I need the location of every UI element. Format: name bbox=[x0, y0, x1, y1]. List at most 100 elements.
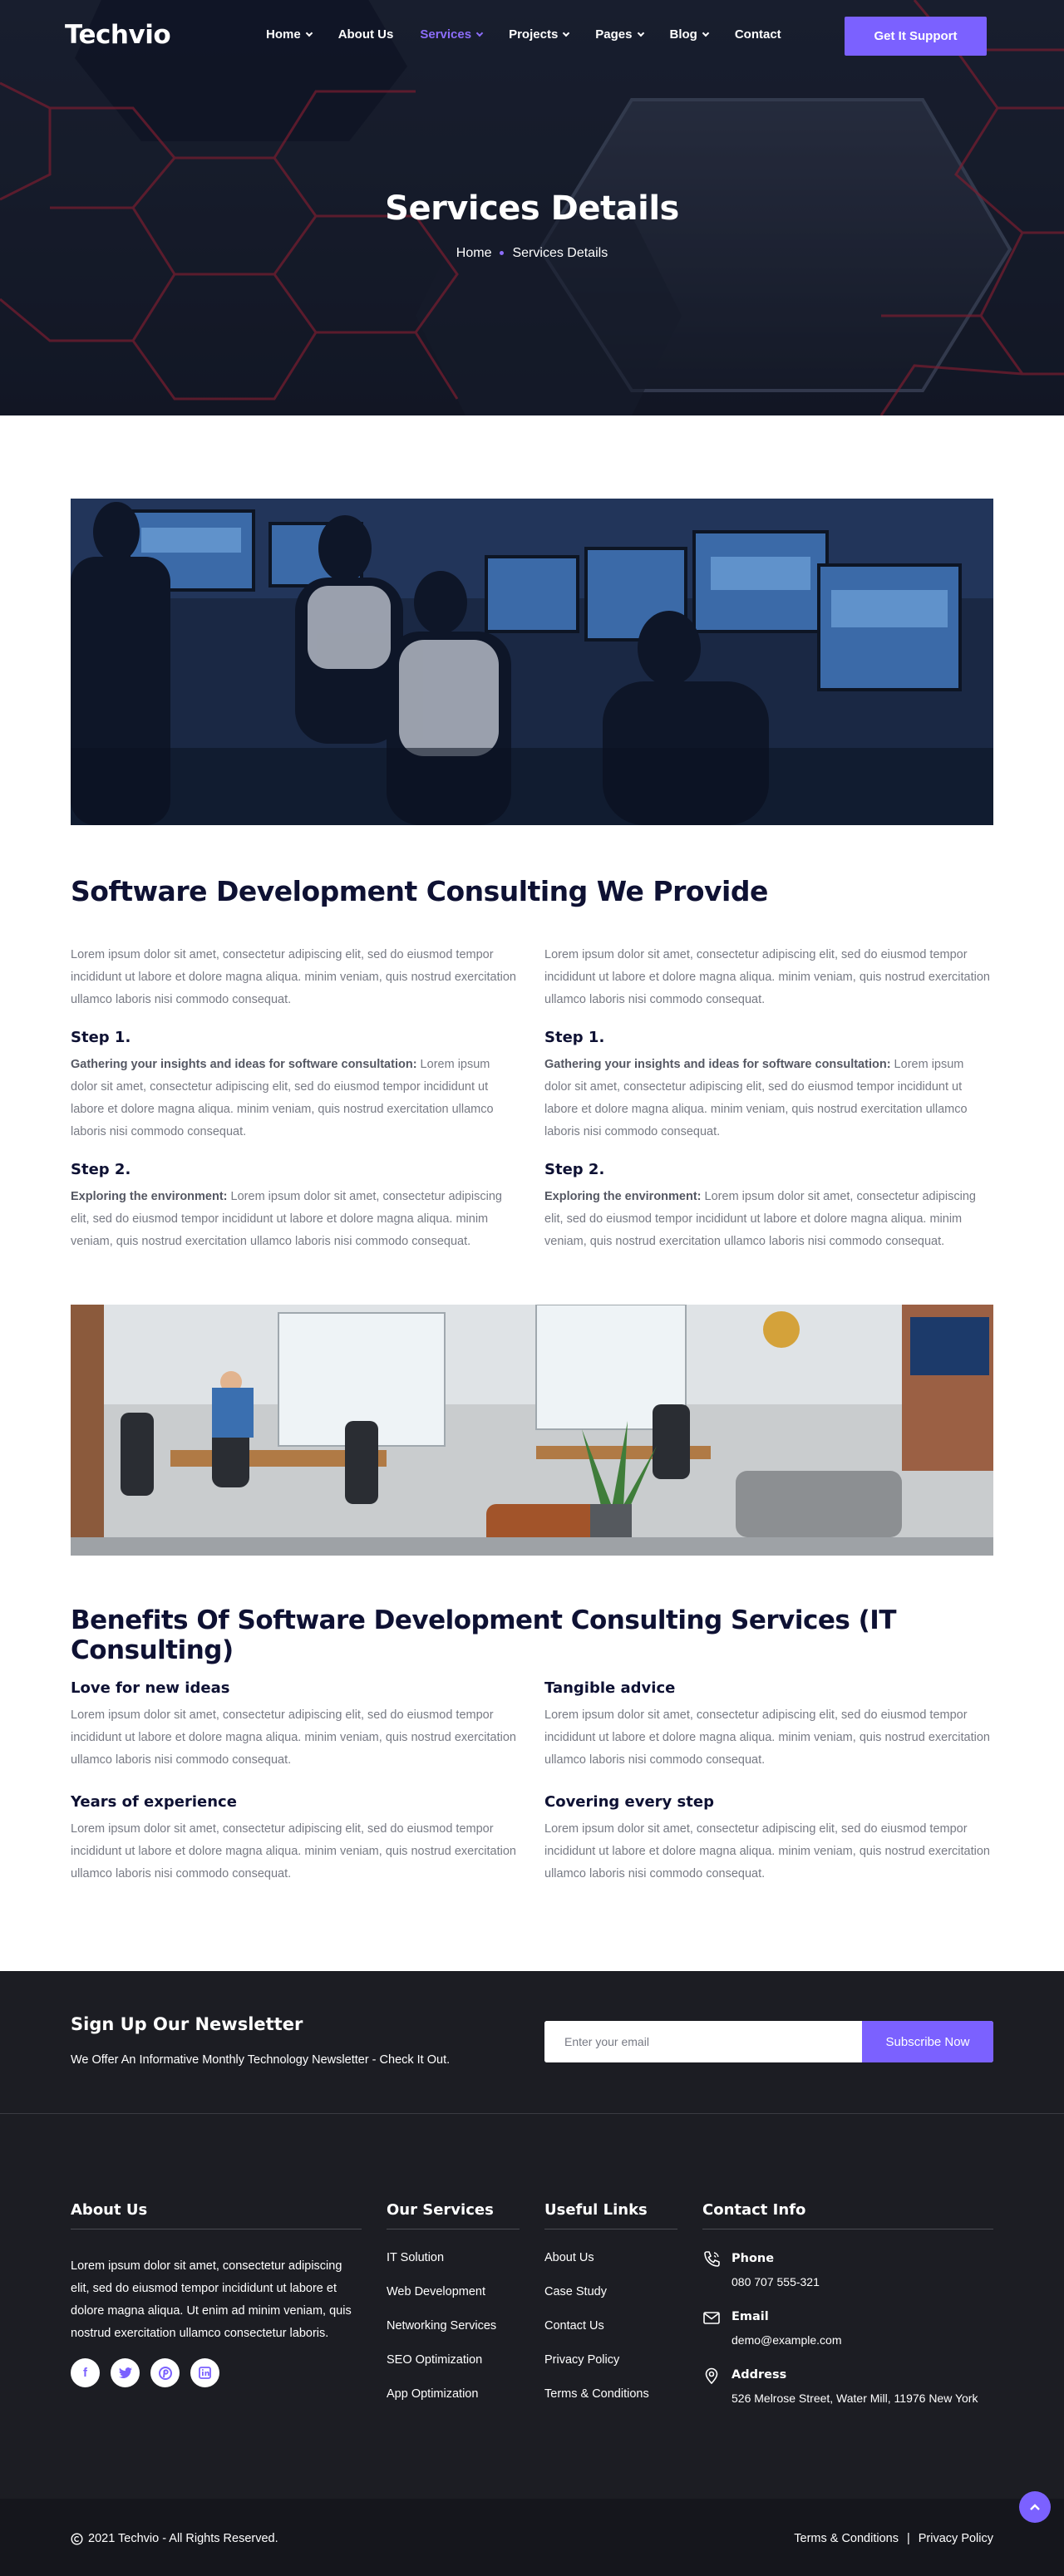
subscribe-button[interactable]: Subscribe Now bbox=[862, 2021, 993, 2062]
footer-link-case-study[interactable]: Case Study bbox=[544, 2285, 649, 2319]
benefit-title: Tangible advice bbox=[544, 1679, 676, 1697]
nav-item-blog[interactable]: Blog bbox=[669, 27, 710, 42]
step-text: Exploring the environment: Lorem ipsum d… bbox=[71, 1186, 520, 1253]
facebook-icon[interactable]: f bbox=[71, 2358, 100, 2387]
chevron-down-icon bbox=[637, 29, 644, 37]
benefit-text: Lorem ipsum dolor sit amet, consectetur … bbox=[71, 1822, 516, 1880]
benefit-text: Lorem ipsum dolor sit amet, consectetur … bbox=[544, 1822, 990, 1880]
site-logo[interactable]: Techvio bbox=[65, 20, 171, 50]
benefit-item: Years of experience Lorem ipsum dolor si… bbox=[71, 1791, 520, 1885]
consulting-column-left: Lorem ipsum dolor sit amet, consectetur … bbox=[71, 944, 520, 1253]
step-title: Step 1. bbox=[544, 1029, 605, 1046]
footer-link-terms-conditions[interactable]: Terms & Conditions bbox=[544, 2387, 649, 2421]
twitter-icon[interactable] bbox=[111, 2358, 140, 2387]
footer-link-contact-us[interactable]: Contact Us bbox=[544, 2319, 649, 2353]
nav-label: Blog bbox=[669, 27, 697, 42]
contact-email: Email demo@example.com bbox=[702, 2310, 978, 2368]
location-icon bbox=[705, 2367, 718, 2385]
benefit-title: Years of experience bbox=[71, 1793, 237, 1811]
footer-link-seo-optimization[interactable]: SEO Optimization bbox=[387, 2353, 496, 2387]
nav-item-services[interactable]: Services bbox=[420, 27, 484, 42]
linkedin-icon[interactable] bbox=[190, 2358, 219, 2387]
step-lead: Gathering your insights and ideas for so… bbox=[71, 1058, 417, 1071]
nav-item-projects[interactable]: Projects bbox=[509, 27, 570, 42]
main-menu: Home About Us Services Projects Pages Bl… bbox=[266, 27, 781, 42]
benefit-title: Covering every step bbox=[544, 1793, 714, 1811]
social-links: f bbox=[71, 2358, 219, 2387]
footer-link-privacy-policy[interactable]: Privacy Policy bbox=[544, 2353, 649, 2387]
step-title: Step 2. bbox=[544, 1161, 605, 1178]
get-it-support-button[interactable]: Get It Support bbox=[845, 17, 987, 56]
benefit-item: Covering every step Lorem ipsum dolor si… bbox=[544, 1791, 993, 1885]
section-title-benefits: Benefits Of Software Development Consult… bbox=[71, 1605, 897, 1665]
contact-email-value[interactable]: demo@example.com bbox=[732, 2333, 978, 2347]
privacy-policy-link[interactable]: Privacy Policy bbox=[919, 2532, 993, 2545]
nav-label: Projects bbox=[509, 27, 559, 42]
benefit-title: Love for new ideas bbox=[71, 1679, 230, 1697]
footer-link-app-optimization[interactable]: App Optimization bbox=[387, 2387, 496, 2421]
chevron-down-icon bbox=[305, 29, 313, 37]
section-title-consulting: Software Development Consulting We Provi… bbox=[71, 875, 768, 907]
newsletter-title: Sign Up Our Newsletter bbox=[71, 2014, 303, 2034]
service-image-office bbox=[71, 1305, 993, 1556]
footer-heading-services: Our Services bbox=[387, 2201, 520, 2229]
contact-phone: Phone 080 707 555-321 bbox=[702, 2251, 978, 2310]
contact-label: Address bbox=[732, 2368, 787, 2382]
breadcrumb-current: Services Details bbox=[512, 246, 608, 260]
footer-link-web-development[interactable]: Web Development bbox=[387, 2285, 496, 2319]
contact-label: Email bbox=[732, 2310, 769, 2323]
nav-item-pages[interactable]: Pages bbox=[595, 27, 644, 42]
breadcrumb-separator bbox=[500, 251, 505, 256]
column-intro: Lorem ipsum dolor sit amet, consectetur … bbox=[544, 948, 990, 1006]
step-lead: Exploring the environment: bbox=[71, 1190, 228, 1203]
footer-heading-contact-info: Contact Info bbox=[702, 2201, 993, 2229]
footer-link-it-solution[interactable]: IT Solution bbox=[387, 2251, 496, 2285]
chevron-up-icon bbox=[1030, 2504, 1040, 2510]
nav-label: Services bbox=[420, 27, 472, 42]
page-hero: Techvio Home About Us Services Projects … bbox=[0, 0, 1064, 415]
benefit-text: Lorem ipsum dolor sit amet, consectetur … bbox=[71, 1708, 516, 1767]
service-image-control-room bbox=[71, 499, 993, 825]
step-title: Step 1. bbox=[71, 1029, 131, 1046]
column-intro: Lorem ipsum dolor sit amet, consectetur … bbox=[71, 948, 516, 1006]
step-lead: Exploring the environment: bbox=[544, 1190, 702, 1203]
terms-conditions-link[interactable]: Terms & Conditions bbox=[794, 2532, 899, 2545]
nav-item-about-us[interactable]: About Us bbox=[338, 27, 394, 42]
chevron-down-icon bbox=[475, 29, 484, 37]
nav-label: About Us bbox=[337, 27, 394, 42]
scroll-to-top-button[interactable] bbox=[1019, 2491, 1051, 2523]
nav-item-contact[interactable]: Contact bbox=[735, 27, 781, 42]
footer-services-list: IT Solution Web Development Networking S… bbox=[387, 2251, 496, 2421]
step-text: Gathering your insights and ideas for so… bbox=[71, 1054, 520, 1143]
nav-label: Home bbox=[266, 27, 301, 42]
footer-useful-links-list: About Us Case Study Contact Us Privacy P… bbox=[544, 2251, 649, 2421]
breadcrumb: Home Services Details bbox=[0, 246, 1064, 261]
contact-address: Address 526 Melrose Street, Water Mill, … bbox=[702, 2367, 978, 2426]
footer-heading-useful-links: Useful Links bbox=[544, 2201, 677, 2229]
newsletter-subtitle: We Offer An Informative Monthly Technolo… bbox=[71, 2053, 451, 2067]
breadcrumb-home-link[interactable]: Home bbox=[456, 246, 492, 260]
step-text: Gathering your insights and ideas for so… bbox=[544, 1054, 993, 1143]
nav-item-home[interactable]: Home bbox=[266, 27, 313, 42]
copyright-icon bbox=[71, 2532, 83, 2545]
legal-links: Terms & Conditions | Privacy Policy bbox=[794, 2532, 993, 2545]
footer-link-networking-services[interactable]: Networking Services bbox=[387, 2319, 496, 2353]
consulting-column-right: Lorem ipsum dolor sit amet, consectetur … bbox=[544, 944, 993, 1253]
footer-heading-about: About Us bbox=[71, 2201, 362, 2229]
footer-bottom-bar: 2021 Techvio - All Rights Reserved. Term… bbox=[0, 2499, 1064, 2576]
footer-about-text: Lorem ipsum dolor sit amet, consectetur … bbox=[71, 2259, 352, 2340]
site-footer: About Us Lorem ipsum dolor sit amet, con… bbox=[0, 2114, 1064, 2499]
newsletter-section: Sign Up Our Newsletter We Offer An Infor… bbox=[0, 1971, 1064, 2114]
nav-label: Pages bbox=[595, 27, 633, 42]
email-icon bbox=[703, 2312, 720, 2324]
phone-icon bbox=[704, 2251, 720, 2267]
contact-address-value: 526 Melrose Street, Water Mill, 11976 Ne… bbox=[732, 2392, 978, 2405]
footer-link-about-us[interactable]: About Us bbox=[544, 2251, 649, 2285]
benefit-text: Lorem ipsum dolor sit amet, consectetur … bbox=[544, 1708, 990, 1767]
pinterest-icon[interactable] bbox=[150, 2358, 180, 2387]
newsletter-email-input[interactable] bbox=[544, 2021, 862, 2062]
step-text: Exploring the environment: Lorem ipsum d… bbox=[544, 1186, 993, 1253]
step-lead: Gathering your insights and ideas for so… bbox=[544, 1058, 891, 1071]
legal-separator: | bbox=[906, 2532, 910, 2545]
contact-phone-value[interactable]: 080 707 555-321 bbox=[732, 2275, 978, 2288]
